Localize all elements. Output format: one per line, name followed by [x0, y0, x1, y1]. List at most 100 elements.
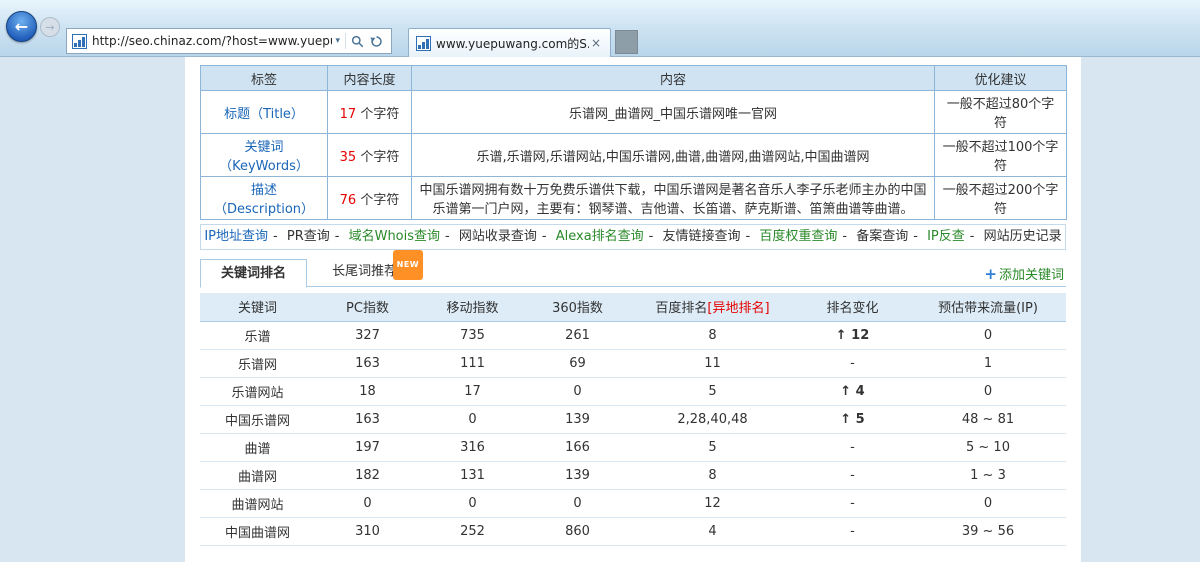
- 360-index-cell[interactable]: 69: [525, 349, 630, 377]
- pc-index-cell[interactable]: 182: [315, 461, 420, 489]
- link-separator: -: [649, 229, 654, 244]
- refresh-icon[interactable]: [367, 35, 386, 48]
- link-icp-record-query[interactable]: 备案查询: [856, 229, 908, 244]
- new-tab-button[interactable]: [615, 30, 638, 54]
- char-count: 35: [340, 150, 357, 165]
- tab-longtail-suggest[interactable]: 长尾词推荐NEW: [312, 258, 417, 287]
- 360-index-cell[interactable]: 166: [525, 433, 630, 461]
- seo-row-description: 描述（Description） 76 个字符 中国乐谱网拥有数十万免费乐谱供下载…: [201, 177, 1067, 220]
- description-suggestion-cell: 一般不超过200个字符: [935, 177, 1067, 220]
- traffic-cell: 0: [910, 489, 1066, 517]
- 360-index-cell[interactable]: 261: [525, 321, 630, 349]
- search-icon[interactable]: [348, 35, 367, 48]
- mobile-index-cell[interactable]: 735: [420, 321, 525, 349]
- baidu-rank-cell[interactable]: 12: [630, 489, 795, 517]
- keyword-cell: 曲谱网: [200, 461, 315, 489]
- rank-row: 乐谱网 163 111 69 11 - 1: [200, 349, 1066, 377]
- rank-change-cell: ↑ 4: [795, 377, 910, 405]
- mobile-index-cell[interactable]: 252: [420, 517, 525, 545]
- tab-keyword-rank[interactable]: 关键词排名: [200, 259, 307, 288]
- keyword-tab-bar: 关键词排名 长尾词推荐NEW +添加关键词: [200, 258, 1066, 287]
- page-content: 标签 内容长度 内容 优化建议 标题（Title） 17 个字符 乐谱网_曲谱网…: [185, 57, 1081, 562]
- link-baidu-weight-query[interactable]: 百度权重查询: [759, 229, 837, 244]
- link-alexa-rank-query[interactable]: Alexa排名查询: [556, 229, 644, 244]
- rank-row: 中国乐谱网 163 0 139 2,28,40,48 ↑ 5 48 ~ 81: [200, 405, 1066, 433]
- title-content-cell: 乐谱网_曲谱网_中国乐谱网唯一官网: [412, 91, 935, 134]
- link-ip-lookup[interactable]: IP地址查询: [204, 229, 268, 244]
- keywords-label-link[interactable]: 关键词（KeyWords）: [201, 134, 328, 177]
- keyword-rank-table: 关键词 PC指数 移动指数 360指数 百度排名[异地排名] 排名变化 预估带来…: [200, 293, 1066, 546]
- baidu-rank-cell[interactable]: 2,28,40,48: [630, 405, 795, 433]
- mobile-index-cell[interactable]: 17: [420, 377, 525, 405]
- description-label-link[interactable]: 描述（Description）: [201, 177, 328, 220]
- col-header-length: 内容长度: [328, 66, 412, 91]
- plus-icon: +: [984, 265, 997, 283]
- col-header-baidu-rank: 百度排名[异地排名]: [630, 293, 795, 321]
- baidu-rank-cell[interactable]: 8: [630, 461, 795, 489]
- traffic-cell: 1: [910, 349, 1066, 377]
- mobile-index-cell[interactable]: 0: [420, 405, 525, 433]
- pc-index-cell[interactable]: 0: [315, 489, 420, 517]
- tab-close-icon[interactable]: ×: [589, 36, 603, 50]
- url-text[interactable]: http://seo.chinaz.com/?host=www.yuepuwan: [92, 34, 332, 48]
- 360-index-cell[interactable]: 139: [525, 461, 630, 489]
- back-button[interactable]: ←: [6, 11, 37, 42]
- pc-index-cell[interactable]: 163: [315, 405, 420, 433]
- rank-change-cell: ↑ 5: [795, 405, 910, 433]
- col-header-rank-change: 排名变化: [795, 293, 910, 321]
- link-separator: -: [746, 229, 751, 244]
- pc-index-cell[interactable]: 197: [315, 433, 420, 461]
- pc-index-cell[interactable]: 18: [315, 377, 420, 405]
- char-count: 76: [340, 193, 357, 208]
- rank-change-cell: ↑ 12: [795, 321, 910, 349]
- link-friend-links-query[interactable]: 友情链接查询: [663, 229, 741, 244]
- pc-index-cell[interactable]: 310: [315, 517, 420, 545]
- page-background: 标签 内容长度 内容 优化建议 标题（Title） 17 个字符 乐谱网_曲谱网…: [0, 57, 1200, 562]
- 360-index-cell[interactable]: 0: [525, 489, 630, 517]
- link-pr-query[interactable]: PR查询: [287, 229, 330, 244]
- link-separator: -: [542, 229, 547, 244]
- baidu-rank-cell[interactable]: 5: [630, 377, 795, 405]
- pc-index-cell[interactable]: 163: [315, 349, 420, 377]
- browser-tab[interactable]: www.yuepuwang.com的S... ×: [408, 28, 611, 57]
- new-badge: NEW: [393, 250, 423, 280]
- link-site-index-query[interactable]: 网站收录查询: [459, 229, 537, 244]
- traffic-cell: 0: [910, 321, 1066, 349]
- chevron-down-icon[interactable]: ▾: [332, 36, 343, 46]
- char-unit: 个字符: [356, 107, 399, 122]
- rank-change-cell: -: [795, 349, 910, 377]
- rank-row: 中国曲谱网 310 252 860 4 - 39 ~ 56: [200, 517, 1066, 545]
- traffic-cell: 0: [910, 377, 1066, 405]
- 360-index-cell[interactable]: 139: [525, 405, 630, 433]
- link-separator: -: [445, 229, 450, 244]
- keyword-cell: 乐谱网: [200, 349, 315, 377]
- seo-table-header-row: 标签 内容长度 内容 优化建议: [201, 66, 1067, 91]
- address-bar[interactable]: http://seo.chinaz.com/?host=www.yuepuwan…: [66, 28, 392, 54]
- baidu-rank-cell[interactable]: 4: [630, 517, 795, 545]
- link-site-history[interactable]: 网站历史记录: [984, 229, 1062, 244]
- mobile-index-cell[interactable]: 131: [420, 461, 525, 489]
- baidu-rank-cell[interactable]: 11: [630, 349, 795, 377]
- col-header-content: 内容: [412, 66, 935, 91]
- mobile-index-cell[interactable]: 316: [420, 433, 525, 461]
- baidu-rank-cell[interactable]: 8: [630, 321, 795, 349]
- baidu-rank-cell[interactable]: 5: [630, 433, 795, 461]
- keyword-cell: 中国乐谱网: [200, 405, 315, 433]
- title-label-link[interactable]: 标题（Title）: [201, 91, 328, 134]
- link-separator: -: [913, 229, 918, 244]
- mobile-index-cell[interactable]: 111: [420, 349, 525, 377]
- keyword-cell: 乐谱网站: [200, 377, 315, 405]
- forward-button[interactable]: →: [40, 17, 60, 37]
- keywords-content-cell: 乐谱,乐谱网,乐谱网站,中国乐谱网,曲谱,曲谱网,曲谱网站,中国曲谱网: [412, 134, 935, 177]
- add-keyword-button[interactable]: +添加关键词: [984, 264, 1064, 283]
- link-whois-query[interactable]: 域名Whois查询: [349, 229, 440, 244]
- link-reverse-ip[interactable]: IP反查: [927, 229, 965, 244]
- remote-rank-label: [异地排名]: [707, 301, 769, 316]
- 360-index-cell[interactable]: 0: [525, 377, 630, 405]
- col-header-keyword: 关键词: [200, 293, 315, 321]
- col-header-360-index: 360指数: [525, 293, 630, 321]
- pc-index-cell[interactable]: 327: [315, 321, 420, 349]
- 360-index-cell[interactable]: 860: [525, 517, 630, 545]
- seo-row-keywords: 关键词（KeyWords） 35 个字符 乐谱,乐谱网,乐谱网站,中国乐谱网,曲…: [201, 134, 1067, 177]
- mobile-index-cell[interactable]: 0: [420, 489, 525, 517]
